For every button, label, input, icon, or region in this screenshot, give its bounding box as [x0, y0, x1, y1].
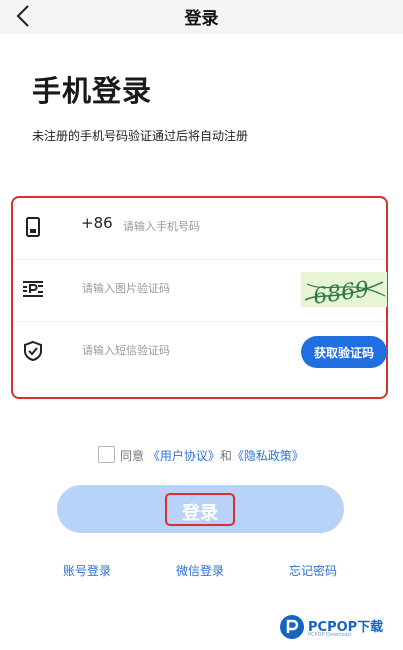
captcha-input[interactable]: [82, 277, 282, 299]
login-label-highlight: 登录: [165, 493, 235, 526]
login-button-label: 登录: [182, 503, 218, 523]
sms-row: 获取验证码: [13, 322, 387, 384]
nav-bar: 登录: [0, 0, 403, 34]
captcha-text: 6869: [312, 277, 371, 307]
agreement-text: 同意 《用户协议》和《隐私政策》: [120, 447, 304, 464]
nav-title: 登录: [184, 9, 219, 29]
agreement-prefix: 同意: [120, 449, 145, 463]
captcha-image[interactable]: 6869: [301, 272, 387, 307]
captcha-icon: [22, 278, 44, 300]
account-login-link[interactable]: 账号登录: [63, 562, 111, 579]
watermark-subtext: PCPOP Download: [308, 632, 351, 638]
watermark: PCPOP下载 PCPOP Download: [278, 613, 403, 643]
get-sms-code-button[interactable]: 获取验证码: [301, 336, 387, 368]
captcha-row: 6869: [13, 260, 387, 322]
privacy-policy-link[interactable]: 《隐私政策》: [232, 449, 304, 463]
country-code[interactable]: +86: [81, 214, 113, 232]
wechat-login-link[interactable]: 微信登录: [176, 562, 224, 579]
shield-check-icon: [22, 340, 44, 362]
agreement-conjunction: 和: [219, 449, 232, 463]
pcpop-logo-icon: [278, 613, 306, 641]
phone-input[interactable]: [123, 215, 303, 237]
phone-icon: [22, 216, 44, 238]
login-button[interactable]: 登录: [57, 485, 344, 533]
alt-login-links: 账号登录 微信登录 忘记密码: [0, 562, 403, 582]
phone-row: +86: [13, 198, 386, 260]
page-title: 手机登录: [32, 74, 153, 108]
user-agreement-link[interactable]: 《用户协议》: [148, 449, 220, 463]
page-subtitle: 未注册的手机号码验证通过后将自动注册: [32, 129, 249, 143]
agreement-checkbox[interactable]: [98, 446, 115, 463]
login-form: +86 6869 获取验证: [11, 196, 388, 399]
sms-code-input[interactable]: [82, 339, 282, 361]
forgot-password-link[interactable]: 忘记密码: [289, 562, 337, 579]
